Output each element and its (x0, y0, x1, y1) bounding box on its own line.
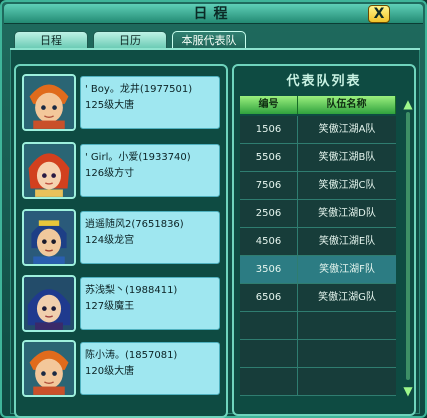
column-header-id[interactable]: 编号 (240, 96, 298, 114)
column-header-team-name[interactable]: 队伍名称 (298, 96, 396, 114)
table-row[interactable] (240, 340, 396, 368)
table-row[interactable]: 5506 笑傲江湖B队 (240, 144, 396, 172)
demon-king-portrait-icon (22, 275, 76, 332)
team-id (240, 368, 298, 396)
member-name: 陈小涛。(1857081) (85, 350, 178, 361)
tab-server-team[interactable]: 本服代表队 (172, 31, 246, 49)
team-members-panel: ' Boy。龙井(1977501) 125级大唐 ' Girl。小爱(19337… (14, 64, 228, 418)
team-name: 笑傲江湖E队 (318, 236, 376, 247)
table-row-selected[interactable]: 3506 笑傲江湖F队 (240, 256, 396, 284)
boy-portrait-icon (22, 74, 76, 131)
member-info: 逍遥随风2(7651836) 124级龙宫 (80, 211, 220, 264)
table-row[interactable] (240, 312, 396, 340)
member-card[interactable]: ' Girl。小爱(1933740) 126级方寸 (22, 142, 220, 199)
team-name: 笑傲江湖D队 (318, 208, 376, 219)
team-list-panel: 代表队列表 编号 队伍名称 1506 笑傲江湖A队 5506 笑傲江湖B队 7506… (232, 64, 416, 416)
window-title: 日程 (193, 6, 234, 22)
scroll-down-icon[interactable]: ▼ (400, 384, 416, 398)
team-name (298, 340, 396, 368)
close-button[interactable]: X (368, 5, 390, 23)
member-name: 苏浅梨丶(1988411) (85, 285, 178, 296)
team-name: 笑傲江湖B队 (318, 152, 376, 163)
team-id: 4506 (240, 228, 298, 256)
team-id (240, 312, 298, 340)
table-row[interactable]: 7506 笑傲江湖C队 (240, 172, 396, 200)
team-list-title: 代表队列表 (286, 74, 362, 89)
team-name: 笑傲江湖C队 (318, 180, 376, 191)
member-name: ' Girl。小爱(1933740) (85, 152, 191, 163)
member-name: 逍遥随风2(7651836) (85, 219, 184, 230)
scroll-up-icon[interactable]: ▲ (400, 97, 416, 111)
member-level: 126级方寸 (85, 168, 135, 179)
team-id: 5506 (240, 144, 298, 172)
team-id: 6506 (240, 284, 298, 312)
team-name: 笑傲江湖F队 (319, 264, 375, 275)
member-info: ' Girl。小爱(1933740) 126级方寸 (80, 144, 220, 197)
table-row[interactable] (240, 368, 396, 396)
team-id: 3506 (240, 256, 298, 284)
team-name (298, 312, 396, 340)
table-row[interactable]: 2506 笑傲江湖D队 (240, 200, 396, 228)
team-id: 7506 (240, 172, 298, 200)
member-name: ' Boy。龙井(1977501) (85, 84, 193, 95)
tab-schedule[interactable]: 日程 (14, 31, 88, 49)
team-id (240, 340, 298, 368)
table-row[interactable]: 1506 笑傲江湖A队 (240, 116, 396, 144)
boy-portrait-icon (22, 340, 76, 397)
team-id: 2506 (240, 200, 298, 228)
team-id: 1506 (240, 116, 298, 144)
girl-portrait-icon (22, 142, 76, 199)
member-card[interactable]: ' Boy。龙井(1977501) 125级大唐 (22, 74, 220, 131)
schedule-window: 日程 X 日程 日历 本服代表队 ' Boy。龙井(1977501) 125级大… (0, 0, 427, 418)
member-info: 陈小涛。(1857081) 120级大唐 (80, 342, 220, 395)
member-level: 127级魔王 (85, 301, 135, 312)
table-row[interactable]: 4506 笑傲江湖E队 (240, 228, 396, 256)
member-level: 125级大唐 (85, 100, 135, 111)
member-card[interactable]: 陈小涛。(1857081) 120级大唐 (22, 340, 220, 397)
member-level: 120级大唐 (85, 366, 135, 377)
member-info: ' Boy。龙井(1977501) 125级大唐 (80, 76, 220, 129)
member-card[interactable]: 苏浅梨丶(1988411) 127级魔王 (22, 275, 220, 332)
scrollbar[interactable] (406, 112, 410, 380)
tab-calendar[interactable]: 日历 (93, 31, 167, 49)
team-list-rows: 1506 笑傲江湖A队 5506 笑傲江湖B队 7506 笑傲江湖C队 2506 笑傲江… (240, 116, 396, 396)
member-level: 124级龙宫 (85, 235, 135, 246)
member-card[interactable]: 逍遥随风2(7651836) 124级龙宫 (22, 209, 220, 266)
table-row[interactable]: 6506 笑傲江湖G队 (240, 284, 396, 312)
team-name: 笑傲江湖G队 (318, 292, 376, 303)
team-name: 笑傲江湖A队 (318, 124, 376, 135)
team-name (298, 368, 396, 396)
title-bar[interactable]: 日程 X (4, 4, 423, 24)
dragon-palace-portrait-icon (22, 209, 76, 266)
member-info: 苏浅梨丶(1988411) 127级魔王 (80, 277, 220, 330)
